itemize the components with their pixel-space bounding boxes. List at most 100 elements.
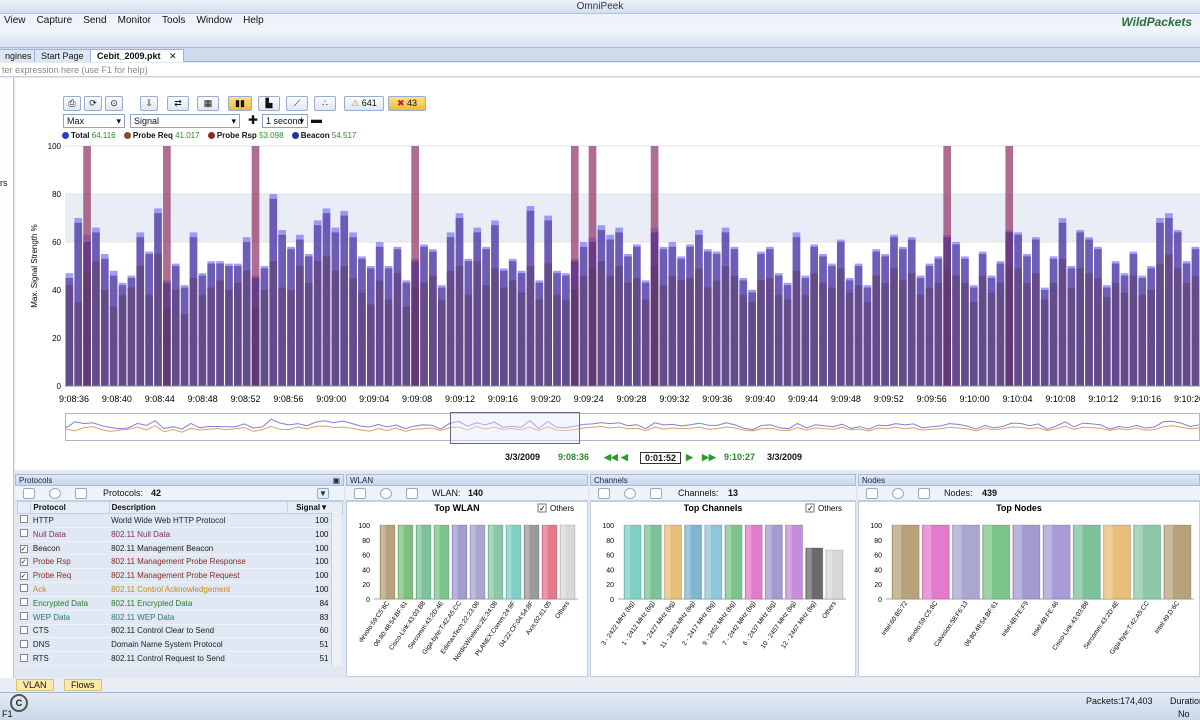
table-row[interactable]: WEP Data 802.11 WEP Data 83 [17, 610, 343, 625]
refresh-icon[interactable]: ⟳ [84, 96, 102, 111]
minus-icon[interactable]: ▬ [311, 114, 322, 126]
protocols-scrollbar[interactable] [331, 512, 341, 666]
tab-capture-file[interactable]: Cebit_2009.pkt ✕ [90, 49, 184, 62]
checkbox[interactable]: ✓ [19, 558, 28, 567]
error-alerts-button[interactable]: ✖ 43 [388, 96, 426, 111]
scatter-chart-icon[interactable]: ∴ [314, 96, 336, 111]
checkbox[interactable] [19, 584, 28, 593]
table-row[interactable]: RTS 802.11 Control Request to Send 51 [17, 651, 343, 666]
checkbox[interactable] [19, 515, 28, 524]
bar-chart-icon[interactable]: ▮▮ [228, 96, 252, 111]
table-view-icon[interactable] [23, 488, 35, 499]
close-icon[interactable]: ✕ [169, 51, 177, 61]
tab-flows[interactable]: Flows [64, 679, 102, 691]
tab-vlan[interactable]: VLAN [16, 679, 54, 691]
interval-spinner[interactable]: 1 second [262, 114, 308, 128]
table-view-icon[interactable] [598, 488, 610, 499]
top-channels-chart[interactable]: Top Channels ✓ Others0204060801003 - 2422 … [590, 501, 856, 677]
export-icon[interactable]: ⇩ [140, 96, 158, 111]
add-icon[interactable]: ✚ [248, 114, 258, 127]
stacked-chart-icon[interactable]: ▙ [258, 96, 280, 111]
rewind-icon[interactable]: ◀◀ [604, 452, 618, 463]
row-checkbox[interactable] [17, 637, 31, 653]
row-checkbox[interactable]: ✓ [17, 568, 31, 584]
top-wlan-chart[interactable]: Top WLAN ✓ Others 0 20 40 60 80 100 devolo:59:C5:… [346, 501, 588, 677]
row-checkbox[interactable] [17, 596, 31, 611]
step-forward-icon[interactable]: ▶ [686, 452, 693, 463]
bar-beacon [154, 213, 162, 386]
row-checkbox[interactable] [17, 513, 31, 528]
col-protocol[interactable]: Protocol [30, 501, 110, 514]
stat-select[interactable]: Max [63, 114, 125, 128]
signal-bar-chart[interactable]: 0 20 40 60 80 100 Max. Signal Strength % 9:08:3… [15, 140, 1200, 410]
checkbox[interactable] [19, 612, 28, 621]
bar-beacon [366, 268, 375, 386]
legend-item-beacon[interactable]: Beacon 54.517 [291, 131, 363, 140]
pie-view-icon[interactable] [49, 488, 61, 499]
filter-input[interactable]: ter expression here (use F1 for help) [0, 63, 1200, 77]
checkbox[interactable] [19, 639, 28, 648]
menu-window[interactable]: Window [192, 14, 236, 28]
binoculars-icon[interactable]: ⊙ [105, 96, 123, 111]
legend-item-total[interactable]: Total 64.116 [62, 131, 122, 140]
capture-status-icon[interactable]: C [10, 694, 28, 712]
grid-icon[interactable]: ▦ [197, 96, 219, 111]
metric-select[interactable]: Signal [130, 114, 240, 128]
checkbox[interactable] [19, 529, 28, 538]
row-checkbox[interactable] [17, 651, 31, 666]
menu-monitor[interactable]: Monitor [114, 14, 155, 28]
row-checkbox[interactable] [17, 527, 31, 542]
step-back-icon[interactable]: ◀ [621, 452, 628, 463]
table-row[interactable]: ✓ Beacon 802.11 Management Beacon 100 [17, 541, 343, 556]
print-icon[interactable]: ⎙ [63, 96, 81, 111]
table-row[interactable]: DNS Domain Name System Protocol 51 [17, 637, 343, 653]
table-row[interactable]: CTS 802.11 Control Clear to Send 60 [17, 624, 343, 639]
tab-start-page[interactable]: Start Page [34, 49, 91, 62]
pie-view-icon[interactable] [892, 488, 904, 499]
legend-item-probe-req[interactable]: Probe Req 41.017 [123, 131, 206, 140]
table-row[interactable]: Ack 802.11 Control Acknowledgement 100 [17, 582, 343, 597]
row-checkbox[interactable]: ✓ [17, 554, 31, 570]
row-checkbox[interactable] [17, 624, 31, 639]
checkbox[interactable]: ✓ [19, 572, 28, 581]
overview-strip[interactable] [65, 413, 1200, 441]
checkbox[interactable] [19, 598, 28, 607]
table-row[interactable]: ✓ Probe Rsp 802.11 Management Probe Respon… [17, 554, 343, 570]
row-checkbox[interactable] [17, 582, 31, 597]
overview-selection[interactable] [450, 412, 580, 444]
table-view-icon[interactable] [354, 488, 366, 499]
table-view-icon[interactable] [866, 488, 878, 499]
row-checkbox[interactable]: ✓ [17, 541, 31, 556]
menu-send[interactable]: Send [79, 14, 110, 28]
brand-logo: WildPackets [1121, 15, 1192, 29]
table-row[interactable]: Null Data 802.11 Null Data 100 [17, 527, 343, 542]
table-row[interactable]: HTTP World Wide Web HTTP Protocol 100 [17, 513, 343, 528]
bar-view-icon[interactable] [918, 488, 930, 499]
menu-help[interactable]: Help [239, 14, 268, 28]
bar-view-icon[interactable] [650, 488, 662, 499]
line-chart-icon[interactable]: ⟋ [286, 96, 308, 111]
checkbox[interactable] [19, 653, 28, 662]
menu-view[interactable]: View [0, 14, 30, 28]
bar-view-icon[interactable] [406, 488, 418, 499]
warning-alerts-button[interactable]: ⚠ 641 [344, 96, 384, 111]
filter-icon[interactable]: ▼ [317, 488, 329, 499]
col-description[interactable]: Description [108, 501, 289, 514]
menu-capture[interactable]: Capture [33, 14, 77, 28]
tab-engines[interactable]: ngines [0, 49, 39, 62]
fast-forward-icon[interactable]: ▶▶ [702, 452, 716, 463]
pie-view-icon[interactable] [624, 488, 636, 499]
table-row[interactable]: Encrypted Data 802.11 Encrypted Data 84 [17, 596, 343, 611]
bar-beacon [650, 232, 659, 386]
swap-icon[interactable]: ⇄ [167, 96, 189, 111]
checkbox[interactable] [19, 625, 28, 634]
legend-item-probe-rsp[interactable]: Probe Rsp 53.098 [207, 131, 290, 140]
top-nodes-chart[interactable]: Top Nodes 0 20 40 60 80 100 Intel:60:B5:72devol… [858, 501, 1200, 677]
menu-tools[interactable]: Tools [158, 14, 189, 28]
pie-view-icon[interactable] [380, 488, 392, 499]
bar-view-icon[interactable] [75, 488, 87, 499]
duration-field[interactable]: 0:01:52 [640, 452, 682, 464]
table-row[interactable]: ✓ Probe Req 802.11 Management Probe Reques… [17, 568, 343, 584]
checkbox[interactable]: ✓ [19, 544, 28, 553]
row-checkbox[interactable] [17, 610, 31, 625]
